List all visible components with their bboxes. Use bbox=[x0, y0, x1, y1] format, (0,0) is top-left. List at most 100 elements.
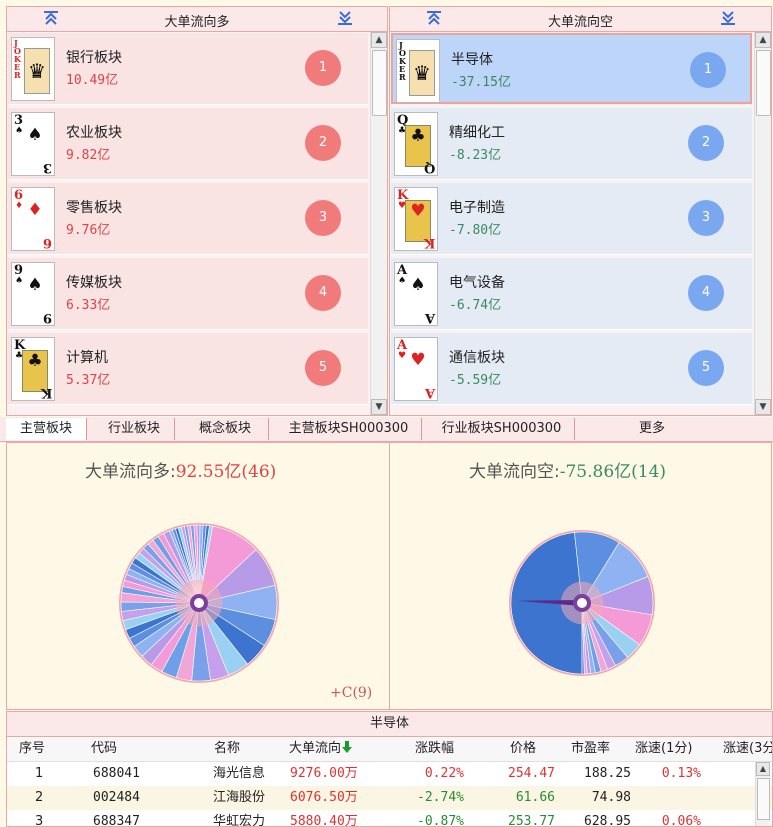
scroll-down-icon[interactable]: ▼ bbox=[755, 399, 771, 415]
short-flow-scrollbar[interactable]: ▲ ▼ bbox=[754, 32, 771, 415]
card-suit: ♠ bbox=[398, 276, 407, 286]
table-cell: 9276.00万 bbox=[290, 766, 358, 781]
header-big-order-flow-label: 大单流向 bbox=[289, 741, 342, 756]
sector-list-item[interactable]: JOKER ♛ 银行板块 10.49亿 1 bbox=[8, 33, 368, 105]
table-row[interactable]: 3 688347 华虹宏力 5880.40万 -0.87% 253.77 628.95 0.0… bbox=[7, 810, 772, 827]
card-rank-bottom: 9 bbox=[42, 310, 52, 325]
sector-flow-value: -37.15亿 bbox=[451, 75, 511, 90]
sector-list-item[interactable]: 3 ♠ ♠ 3 农业板块 9.82亿 2 bbox=[8, 108, 368, 180]
header-pe[interactable]: 市盈率 bbox=[571, 737, 610, 761]
playing-card-icon: 3 ♠ ♠ 3 bbox=[11, 112, 55, 176]
long-flow-scrollbar[interactable]: ▲ ▼ bbox=[370, 32, 387, 415]
table-cell: 0.13% bbox=[661, 766, 701, 781]
table-cell: 688347 bbox=[93, 814, 140, 827]
table-cell: 253.77 bbox=[508, 814, 555, 827]
sector-list-item[interactable]: A ♥ ♥ A 通信板块 -5.59亿 5 bbox=[391, 333, 752, 405]
header-change-pct[interactable]: 涨跌幅 bbox=[415, 737, 454, 761]
long-flow-title: 大单流向多 bbox=[164, 15, 230, 30]
table-cell: 2 bbox=[35, 790, 44, 805]
rank-badge: 3 bbox=[305, 200, 341, 236]
sector-list-item[interactable]: 6 ♦ ♦ 6 零售板块 9.76亿 3 bbox=[8, 183, 368, 255]
sector-flow-value: -8.23亿 bbox=[449, 148, 502, 163]
card-art: ♛ bbox=[24, 48, 50, 94]
table-cell: 5880.40万 bbox=[290, 814, 358, 827]
table-cell: 6076.50万 bbox=[290, 790, 358, 805]
sector-name: 银行板块 bbox=[66, 50, 122, 66]
card-rank-bottom: A bbox=[424, 310, 435, 325]
card-pips: ♠ bbox=[27, 125, 43, 145]
sector-list-item[interactable]: K ♣ ♣ K 计算机 5.37亿 5 bbox=[8, 333, 368, 405]
scroll-up-icon[interactable]: ▲ bbox=[371, 32, 387, 48]
card-rank: JOKER bbox=[399, 40, 406, 82]
short-pie-title: 大单流向空:-75.86亿(14) bbox=[469, 457, 666, 482]
rank-badge: 1 bbox=[690, 52, 726, 88]
short-flow-panel: 大单流向空 JOKER ♛ 半导体 -37.15亿 1 Q ♣ ♣ Q 精细化工 -8.23亿 2 K ♥… bbox=[389, 6, 772, 416]
card-rank-bottom: K bbox=[40, 385, 52, 400]
sector-list-item[interactable]: Q ♣ ♣ Q 精细化工 -8.23亿 2 bbox=[391, 108, 752, 180]
header-code[interactable]: 代码 bbox=[91, 737, 117, 761]
header-speed-1m[interactable]: 涨速(1分) bbox=[635, 737, 692, 761]
table-cell: 海光信息 bbox=[213, 766, 266, 781]
scroll-up-icon[interactable]: ▲ bbox=[755, 32, 771, 48]
table-scrollbar[interactable]: ▲ bbox=[755, 762, 770, 826]
tab-main-sector-sh000300[interactable]: 主营板块SH000300 bbox=[276, 418, 422, 440]
playing-card-icon: K ♣ ♣ K bbox=[11, 337, 55, 401]
short-pie-label: 大单流向空: bbox=[469, 462, 560, 482]
card-pips: ♥ bbox=[410, 350, 426, 370]
card-suit: ♥ bbox=[398, 351, 407, 361]
table-header: 序号 代码 名称 大单流向 涨跌幅 价格 市盈率 涨速(1分) 涨速(3分 bbox=[7, 737, 772, 762]
expand-down-icon[interactable] bbox=[720, 11, 736, 25]
header-big-order-flow[interactable]: 大单流向 bbox=[289, 737, 353, 761]
sector-name: 半导体 bbox=[451, 52, 493, 68]
sector-flow-value: 5.37亿 bbox=[66, 373, 111, 388]
sector-list-item[interactable]: K ♥ ♥ K 电子制造 -7.80亿 3 bbox=[391, 183, 752, 255]
sector-name: 传媒板块 bbox=[66, 275, 122, 291]
scroll-thumb[interactable] bbox=[757, 778, 770, 820]
tab-main-sector[interactable]: 主营板块 bbox=[6, 418, 87, 440]
table-cell: 3 bbox=[35, 814, 44, 827]
short-pie-value: -75.86亿(14) bbox=[559, 462, 667, 482]
tab-more[interactable]: 更多 bbox=[582, 418, 722, 440]
scroll-down-icon[interactable]: ▼ bbox=[371, 399, 387, 415]
table-cell: -0.87% bbox=[417, 814, 464, 827]
table-row[interactable]: 2 002484 江海股份 6076.50万 -2.74% 61.66 74.98 bbox=[7, 786, 772, 810]
table-cell: 0.06% bbox=[661, 814, 701, 827]
flow-pie-section: 大单流向多:92.55亿(46) 大单流向空:-75.86亿(14) +C(9) bbox=[6, 442, 772, 710]
sector-flow-value: 10.49亿 bbox=[66, 73, 119, 88]
table-cell: -2.74% bbox=[417, 790, 464, 805]
scroll-thumb[interactable] bbox=[756, 50, 771, 116]
table-row[interactable]: 1 688041 海光信息 9276.00万 0.22% 254.47 188.25 0.13… bbox=[7, 762, 772, 786]
sector-list-item[interactable]: JOKER ♛ 半导体 -37.15亿 1 bbox=[391, 33, 752, 104]
tab-industry-sector[interactable]: 行业板块 bbox=[94, 418, 175, 440]
scroll-thumb[interactable] bbox=[372, 50, 387, 116]
tab-concept-sector[interactable]: 概念板块 bbox=[182, 418, 269, 440]
expand-down-icon[interactable] bbox=[337, 11, 353, 25]
rank-badge: 2 bbox=[305, 125, 341, 161]
sector-flow-value: 9.76亿 bbox=[66, 223, 111, 238]
header-speed-3m[interactable]: 涨速(3分 bbox=[723, 737, 772, 761]
sector-flow-value: -5.59亿 bbox=[449, 373, 502, 388]
short-flow-pie-chart[interactable] bbox=[507, 528, 657, 678]
rank-badge: 4 bbox=[688, 275, 724, 311]
card-art: ♛ bbox=[409, 50, 435, 96]
scroll-up-icon[interactable]: ▲ bbox=[756, 762, 770, 776]
long-flow-pie-chart[interactable] bbox=[117, 521, 281, 685]
sector-list-item[interactable]: A ♠ ♠ A 电气设备 -6.74亿 4 bbox=[391, 258, 752, 330]
short-flow-header: 大单流向空 bbox=[390, 7, 771, 32]
header-price[interactable]: 价格 bbox=[510, 737, 536, 761]
rank-badge: 3 bbox=[688, 200, 724, 236]
sector-name: 通信板块 bbox=[449, 350, 505, 366]
header-name[interactable]: 名称 bbox=[214, 737, 240, 761]
playing-card-icon: JOKER ♛ bbox=[396, 39, 440, 103]
playing-card-icon: A ♥ ♥ A bbox=[394, 337, 438, 401]
header-index[interactable]: 序号 bbox=[19, 737, 45, 761]
sector-list-item[interactable]: 9 ♠ ♠ 9 传媒板块 6.33亿 4 bbox=[8, 258, 368, 330]
tab-industry-sector-sh000300[interactable]: 行业板块SH000300 bbox=[429, 418, 575, 440]
rank-badge: 1 bbox=[305, 50, 341, 86]
sector-name: 农业板块 bbox=[66, 125, 122, 141]
long-pie-title: 大单流向多:92.55亿(46) bbox=[85, 457, 276, 482]
table-caption: 半导体 bbox=[7, 712, 772, 737]
playing-card-icon: K ♥ ♥ K bbox=[394, 187, 438, 251]
long-flow-list: JOKER ♛ 银行板块 10.49亿 1 3 ♠ ♠ 3 农业板块 9.82亿 2 6 ♦ ♦ 6 零售板块 9… bbox=[7, 32, 370, 415]
sort-desc-icon bbox=[342, 741, 353, 753]
